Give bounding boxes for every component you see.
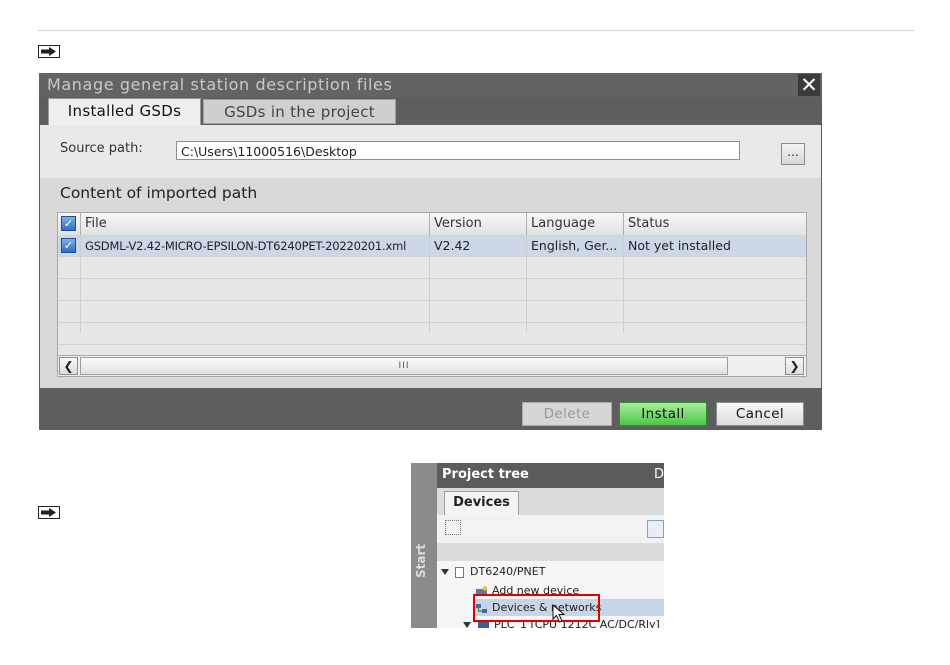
- mouse-cursor-icon: [552, 604, 566, 623]
- cell-version: V2.42: [429, 235, 526, 257]
- tab-devices[interactable]: Devices: [444, 491, 519, 515]
- content-heading: Content of imported path: [60, 184, 258, 202]
- install-button[interactable]: Install: [619, 402, 707, 426]
- start-sidebar[interactable]: Start: [411, 463, 437, 628]
- checkbox-checked-icon[interactable]: ✓: [61, 238, 76, 253]
- column-version[interactable]: Version: [429, 213, 526, 235]
- dialog-title: Manage general station description files: [47, 75, 393, 94]
- delete-button[interactable]: Delete: [522, 402, 612, 426]
- dialog-titlebar: Manage general station description files…: [39, 73, 822, 97]
- arrow-right-icon: [38, 506, 60, 519]
- table-row-empty: [58, 257, 806, 279]
- gsd-table: ✓ File Version Language Status ✓ GSDML-V…: [57, 212, 807, 377]
- table-row-empty: [58, 301, 806, 323]
- start-label: Start: [414, 543, 428, 578]
- column-file[interactable]: File: [80, 213, 429, 235]
- column-divider: [526, 235, 527, 333]
- scroll-thumb[interactable]: III: [80, 357, 728, 375]
- cell-status: Not yet installed: [623, 235, 806, 257]
- project-tree-tabs: Devices: [437, 488, 664, 515]
- project-tree-header: Project tree D: [437, 463, 664, 488]
- table-row[interactable]: ✓ GSDML-V2.42-MICRO-EPSILON-DT6240PET-20…: [58, 235, 806, 257]
- tab-gsds-in-project[interactable]: GSDs in the project: [203, 99, 396, 124]
- column-divider: [80, 235, 81, 333]
- source-path-input[interactable]: C:\Users\11000516\Desktop: [176, 141, 740, 160]
- table-row-empty: [58, 323, 806, 345]
- column-divider: [429, 235, 430, 333]
- source-path-label: Source path:: [60, 141, 143, 156]
- expand-triangle-icon[interactable]: [463, 622, 471, 628]
- content-panel: Content of imported path ✓ File Version …: [40, 178, 821, 388]
- new-item-icon[interactable]: [445, 520, 461, 535]
- document-icon: [455, 566, 464, 578]
- browse-button[interactable]: ...: [781, 143, 805, 165]
- project-tree-title: Project tree: [442, 467, 529, 482]
- table-header: ✓ File Version Language Status: [58, 213, 806, 236]
- tree-node-label: DT6240/PNET: [470, 565, 546, 578]
- arrow-right-icon: [38, 45, 60, 58]
- column-language[interactable]: Language: [526, 213, 623, 235]
- source-path-section: Source path: C:\Users\11000516\Desktop .…: [40, 125, 821, 178]
- checkbox-checked-icon[interactable]: ✓: [61, 216, 76, 231]
- top-divider: [38, 30, 914, 31]
- project-tree-toolbar: [437, 515, 664, 543]
- column-status[interactable]: Status: [623, 213, 806, 235]
- tree-node-project[interactable]: DT6240/PNET: [441, 563, 545, 580]
- highlight-box: [473, 594, 600, 622]
- tab-installed-gsds[interactable]: Installed GSDs: [48, 98, 201, 126]
- scroll-left-icon[interactable]: ❮: [59, 357, 78, 375]
- close-icon[interactable]: ✕: [798, 74, 820, 96]
- cell-language: English, Ger...: [526, 235, 623, 257]
- cancel-button[interactable]: Cancel: [716, 402, 804, 426]
- horizontal-scrollbar[interactable]: ❮ III ❯: [58, 355, 806, 376]
- expand-triangle-icon[interactable]: [441, 569, 449, 575]
- cell-file: GSDML-V2.42-MICRO-EPSILON-DT6240PET-2022…: [80, 235, 429, 257]
- table-row-empty: [58, 279, 806, 301]
- manage-gsd-dialog: Manage general station description files…: [39, 73, 822, 430]
- column-divider: [623, 235, 624, 333]
- project-tree-title-right: D: [653, 467, 664, 482]
- project-tree-spacer: [437, 543, 664, 561]
- overview-icon[interactable]: [647, 520, 664, 538]
- scroll-right-icon[interactable]: ❯: [785, 357, 804, 375]
